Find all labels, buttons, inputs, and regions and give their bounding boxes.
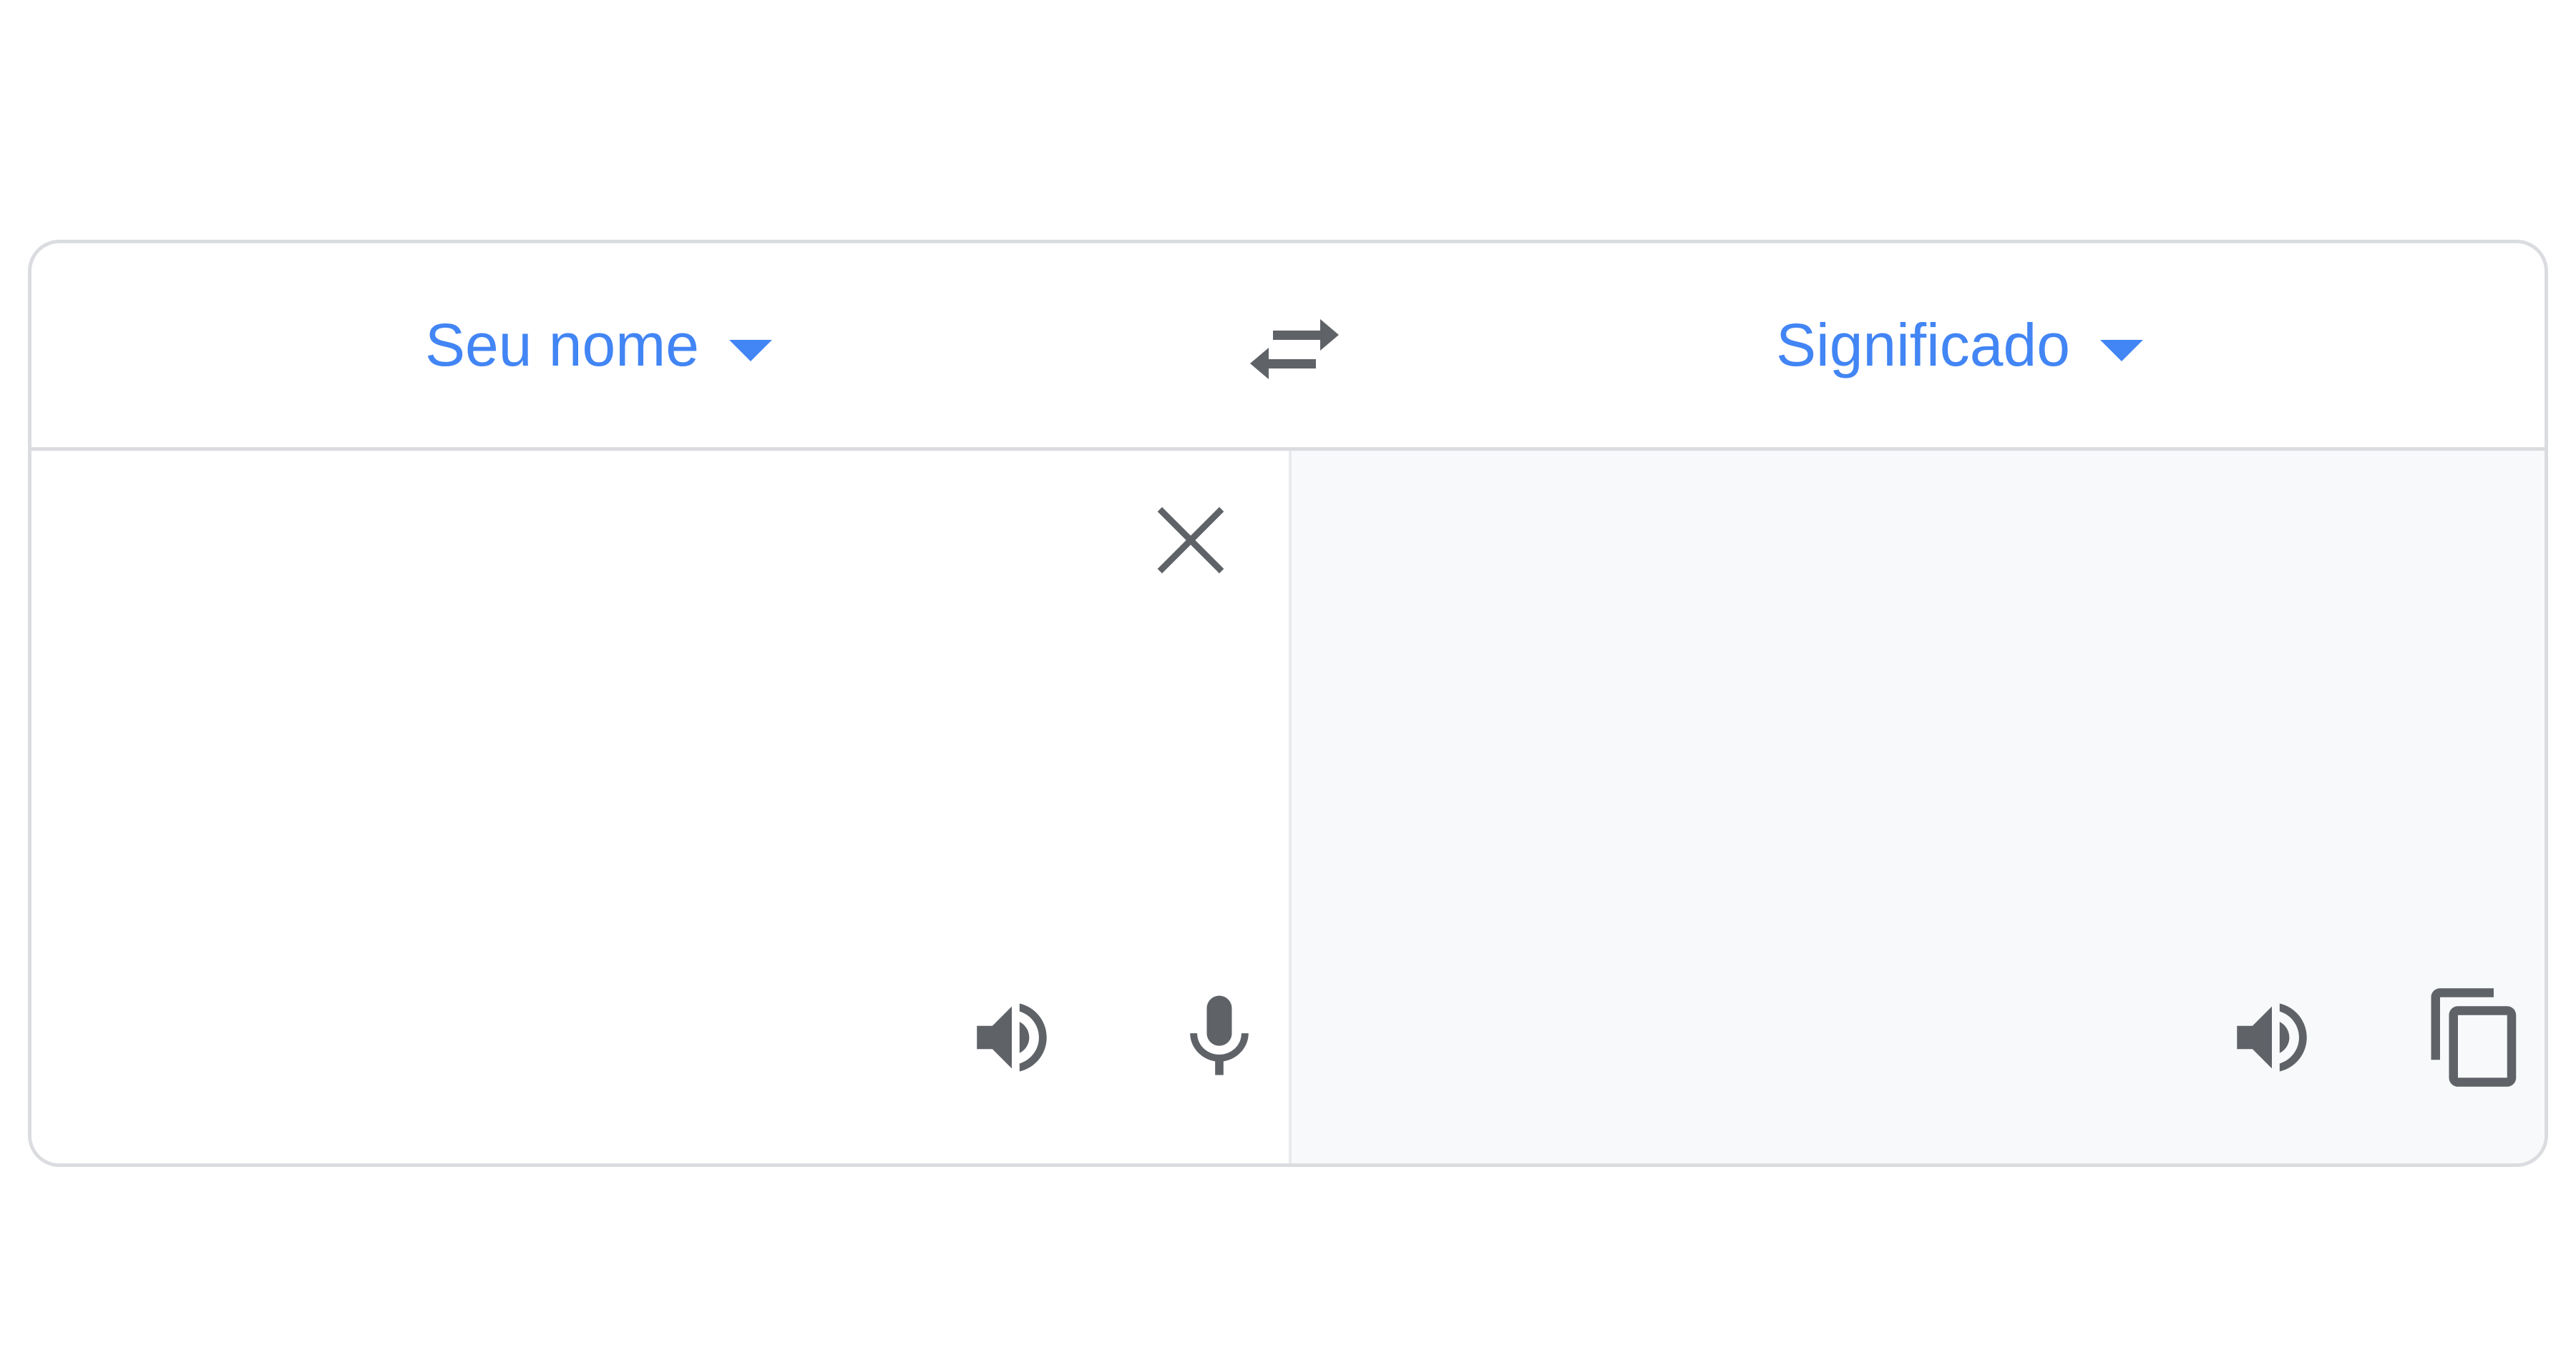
caret-down-icon: [2099, 339, 2143, 361]
language-bar: Seu nome Significado: [31, 243, 2545, 451]
copy-translation-button[interactable]: [2415, 977, 2537, 1098]
source-text-input[interactable]: [82, 494, 1122, 926]
translation-pane: [1289, 451, 2545, 1163]
source-language-label: Seu nome: [425, 311, 699, 378]
volume-up-icon: [977, 1003, 1047, 1072]
microphone-button[interactable]: [1162, 980, 1277, 1095]
translate-card: Seu nome Significado: [28, 240, 2548, 1167]
close-icon: [1157, 507, 1224, 574]
target-language-label: Significado: [1776, 311, 2070, 378]
swap-languages-icon: [1250, 319, 1339, 379]
listen-translation-button[interactable]: [2215, 980, 2329, 1095]
listen-source-button[interactable]: [955, 980, 1069, 1095]
target-language-selector[interactable]: Significado: [1776, 243, 2143, 447]
swap-languages-button[interactable]: [1244, 306, 1345, 392]
source-pane: [31, 451, 1289, 1163]
copy-icon: [2431, 988, 2517, 1087]
volume-up-icon: [2237, 1003, 2307, 1072]
clear-button[interactable]: [1141, 490, 1241, 590]
source-language-selector[interactable]: Seu nome: [425, 243, 772, 447]
caret-down-icon: [728, 339, 772, 361]
microphone-icon: [1190, 995, 1249, 1075]
